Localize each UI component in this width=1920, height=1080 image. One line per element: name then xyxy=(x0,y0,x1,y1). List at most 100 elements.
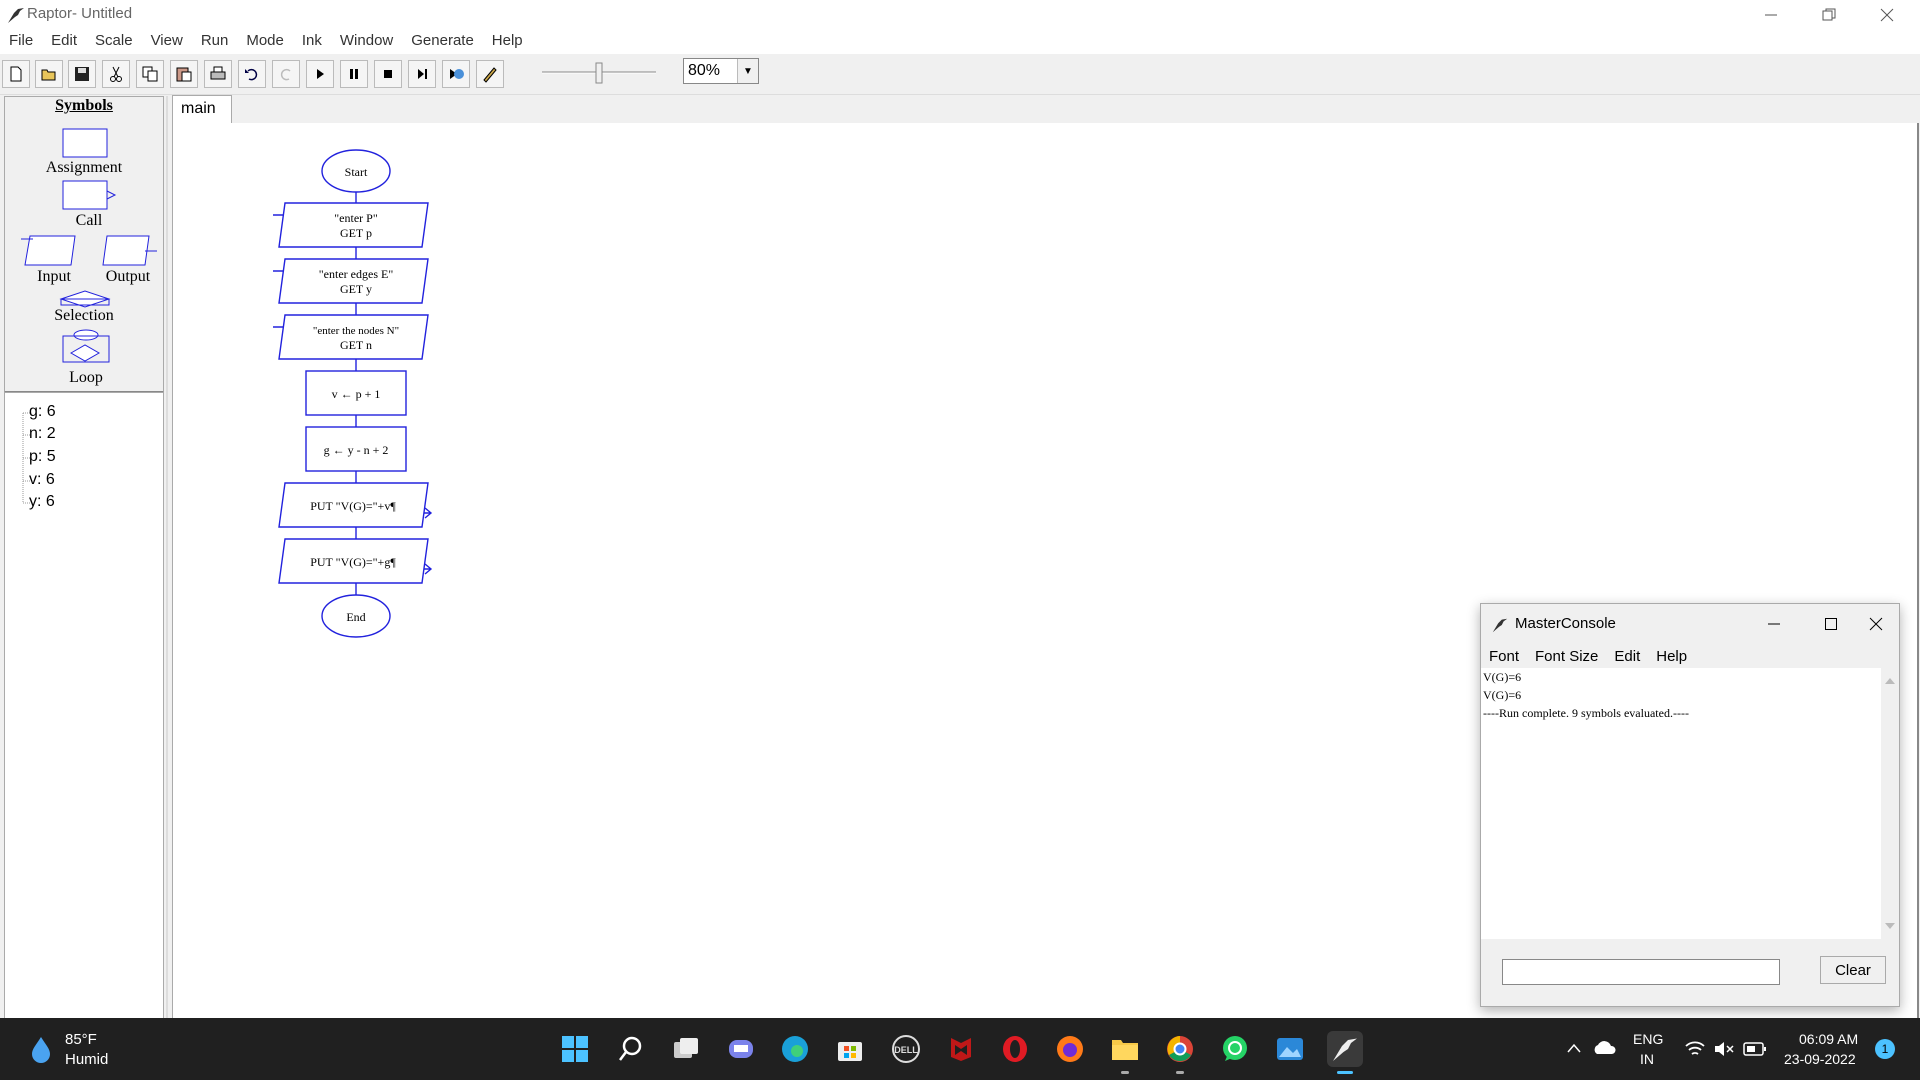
weather-temp[interactable]: 85°F xyxy=(65,1031,97,1048)
open-button[interactable] xyxy=(35,60,63,88)
menu-help[interactable]: Help xyxy=(483,30,532,54)
new-button[interactable] xyxy=(2,60,30,88)
console-close-button[interactable] xyxy=(1853,604,1899,644)
copy-button[interactable] xyxy=(136,60,164,88)
variable-g[interactable]: g: 6 xyxy=(29,403,56,421)
chevron-down-icon[interactable]: ▼ xyxy=(737,59,758,83)
variable-p[interactable]: p: 5 xyxy=(29,448,56,466)
input-node-p[interactable] xyxy=(278,202,429,248)
test-server-button[interactable] xyxy=(442,60,470,88)
menu-view[interactable]: View xyxy=(142,30,192,54)
save-button[interactable] xyxy=(68,60,96,88)
undo-button[interactable] xyxy=(238,60,266,88)
slider-thumb[interactable] xyxy=(595,62,603,84)
teams-chat-button[interactable] xyxy=(723,1031,759,1067)
menu-ink[interactable]: Ink xyxy=(293,30,331,54)
clock-date[interactable]: 23-09-2022 xyxy=(1784,1051,1856,1067)
variable-y[interactable]: y: 6 xyxy=(29,493,55,511)
cut-button[interactable] xyxy=(102,60,130,88)
redo-button[interactable] xyxy=(272,60,300,88)
input1-prompt: "enter P" xyxy=(334,211,378,225)
edge-icon xyxy=(782,1036,808,1062)
console-input-field[interactable] xyxy=(1502,959,1780,985)
start-button[interactable] xyxy=(557,1031,593,1067)
mcafee-button[interactable] xyxy=(943,1031,979,1067)
call-symbol-icon[interactable] xyxy=(62,180,108,210)
run-button[interactable] xyxy=(306,60,334,88)
console-menu-help[interactable]: Help xyxy=(1648,644,1695,668)
battery-icon[interactable] xyxy=(1743,1041,1767,1057)
weather-desc[interactable]: Humid xyxy=(65,1051,108,1068)
step-button[interactable] xyxy=(408,60,436,88)
input-node-y[interactable] xyxy=(278,258,429,304)
zoom-dropdown[interactable]: 80% ▼ xyxy=(683,58,759,84)
console-menu-font[interactable]: Font xyxy=(1481,644,1527,668)
print-button[interactable] xyxy=(204,60,232,88)
taskbar: 85°F Humid DELL ENG IN 06:09 AM 23-09-20… xyxy=(0,1018,1920,1080)
play-icon xyxy=(317,69,324,79)
language-region[interactable]: IN xyxy=(1640,1051,1654,1067)
menu-run[interactable]: Run xyxy=(192,30,238,54)
console-minimize-button[interactable] xyxy=(1751,604,1797,644)
photos-button[interactable] xyxy=(1272,1031,1308,1067)
menu-window[interactable]: Window xyxy=(331,30,402,54)
wifi-icon[interactable] xyxy=(1684,1039,1706,1059)
console-menu-edit[interactable]: Edit xyxy=(1606,644,1648,668)
opera-icon xyxy=(1003,1036,1027,1062)
console-line: V(G)=6 xyxy=(1483,670,1522,684)
raptor-taskbar-button[interactable] xyxy=(1327,1031,1363,1074)
clock-time[interactable]: 06:09 AM xyxy=(1799,1031,1858,1047)
tab-main[interactable]: main xyxy=(172,95,232,123)
input-label: Input xyxy=(37,268,71,285)
search-button[interactable] xyxy=(613,1031,649,1067)
input2-prompt: "enter edges E" xyxy=(319,267,394,281)
whatsapp-button[interactable] xyxy=(1217,1031,1253,1067)
call-label: Call xyxy=(75,212,103,229)
opera-button[interactable] xyxy=(997,1031,1033,1067)
console-menu-font-size[interactable]: Font Size xyxy=(1527,644,1606,668)
onedrive-cloud-icon[interactable] xyxy=(1592,1038,1616,1056)
task-view-button[interactable] xyxy=(668,1031,704,1067)
ink-pen-button[interactable] xyxy=(476,60,504,88)
paste-button[interactable] xyxy=(170,60,198,88)
panel-divider[interactable] xyxy=(166,96,168,1018)
edge-button[interactable] xyxy=(777,1031,813,1067)
raptor-app-icon xyxy=(8,8,24,23)
console-maximize-button[interactable] xyxy=(1808,604,1854,644)
assignment-symbol-icon[interactable] xyxy=(62,128,108,158)
menu-generate[interactable]: Generate xyxy=(402,30,483,54)
input-symbol-icon[interactable] xyxy=(24,235,76,266)
close-button[interactable] xyxy=(1858,0,1916,30)
input-node-n[interactable] xyxy=(278,314,429,360)
dell-button[interactable]: DELL xyxy=(888,1031,924,1067)
chrome-button[interactable] xyxy=(1162,1031,1198,1074)
menu-file[interactable]: File xyxy=(0,30,42,54)
output1-label: PUT "V(G)="+v¶ xyxy=(310,499,396,513)
chevron-up-icon[interactable] xyxy=(1566,1042,1582,1054)
input3-get: GET n xyxy=(340,338,372,352)
output-symbol-icon[interactable] xyxy=(102,235,150,266)
file-explorer-button[interactable] xyxy=(1107,1031,1143,1074)
console-clear-button[interactable]: Clear xyxy=(1820,956,1886,984)
stop-button[interactable] xyxy=(374,60,402,88)
console-output[interactable]: V(G)=6 V(G)=6 ----Run complete. 9 symbol… xyxy=(1481,668,1881,939)
variable-n[interactable]: n: 2 xyxy=(29,425,56,443)
console-scrollbar[interactable] xyxy=(1881,668,1899,939)
menu-scale[interactable]: Scale xyxy=(86,30,142,54)
minimize-icon xyxy=(1765,14,1777,16)
store-button[interactable] xyxy=(832,1031,868,1067)
loop-symbol-icon[interactable] xyxy=(73,329,99,341)
firefox-button[interactable] xyxy=(1052,1031,1088,1067)
language-code[interactable]: ENG xyxy=(1633,1031,1663,1047)
menu-mode[interactable]: Mode xyxy=(237,30,293,54)
restore-button[interactable] xyxy=(1800,0,1858,30)
variable-v[interactable]: v: 6 xyxy=(29,471,55,489)
speed-slider[interactable] xyxy=(534,60,664,86)
input2-get: GET y xyxy=(340,282,372,296)
menu-edit[interactable]: Edit xyxy=(42,30,86,54)
open-icon xyxy=(41,69,56,81)
minimize-button[interactable] xyxy=(1742,0,1800,30)
pause-button[interactable] xyxy=(340,60,368,88)
notification-badge[interactable]: 1 xyxy=(1875,1039,1895,1059)
speaker-muted-icon[interactable] xyxy=(1713,1039,1735,1059)
